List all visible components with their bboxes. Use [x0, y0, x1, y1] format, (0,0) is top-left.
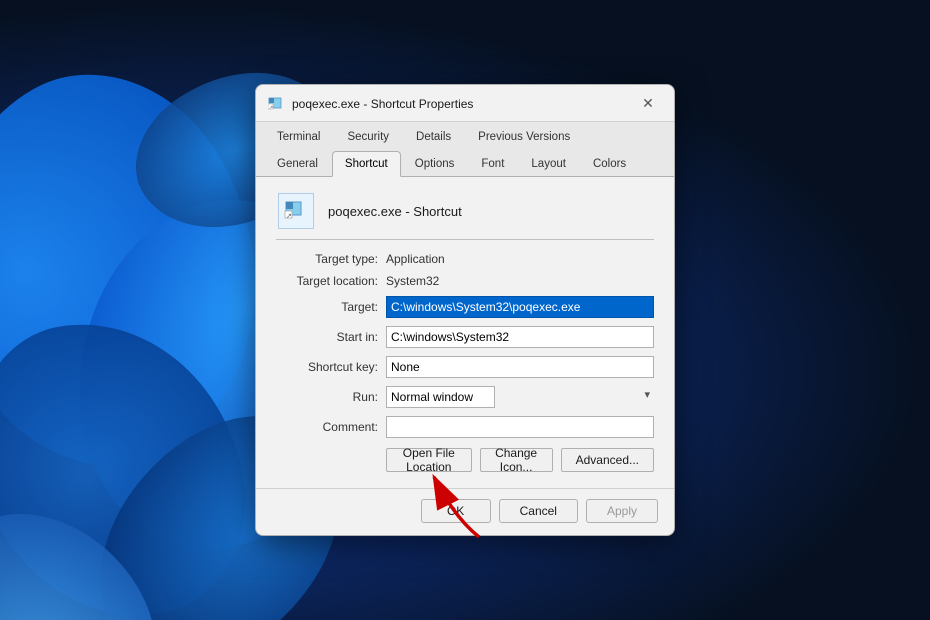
shortcut-title: poqexec.exe - Shortcut [328, 204, 462, 219]
shortcut-key-label: Shortcut key: [276, 360, 386, 374]
tab-general[interactable]: General [264, 151, 331, 176]
shortcut-header: ↗ poqexec.exe - Shortcut [276, 191, 654, 240]
title-bar-left: ↗ poqexec.exe - Shortcut Properties [268, 96, 473, 112]
action-buttons: Open File Location Change Icon... Advanc… [386, 448, 654, 472]
cancel-button[interactable]: Cancel [499, 499, 578, 523]
shortcut-key-input[interactable] [386, 356, 654, 378]
tab-layout[interactable]: Layout [518, 151, 579, 176]
comment-row: Comment: [276, 416, 654, 438]
tabs-row2: General Shortcut Options Font Layout Col… [256, 149, 674, 177]
target-type-label: Target type: [276, 252, 386, 266]
target-input[interactable] [386, 296, 654, 318]
advanced-button[interactable]: Advanced... [561, 448, 654, 472]
tab-security[interactable]: Security [334, 124, 402, 149]
target-type-value: Application [386, 252, 445, 266]
target-location-label: Target location: [276, 274, 386, 288]
svg-text:↗: ↗ [269, 105, 273, 111]
svg-text:↗: ↗ [286, 213, 292, 220]
shortcut-key-row: Shortcut key: [276, 356, 654, 378]
start-in-input[interactable] [386, 326, 654, 348]
run-label: Run: [276, 390, 386, 404]
tab-font[interactable]: Font [468, 151, 517, 176]
target-label: Target: [276, 300, 386, 314]
bottom-bar: OK Cancel Apply [256, 488, 674, 535]
dialog-content: ↗ poqexec.exe - Shortcut Target type: Ap… [256, 177, 674, 488]
dialog-title: poqexec.exe - Shortcut Properties [292, 97, 473, 111]
run-select-wrapper: Normal window Minimized Maximized [386, 386, 654, 408]
comment-input[interactable] [386, 416, 654, 438]
shortcut-properties-dialog: ↗ poqexec.exe - Shortcut Properties ✕ Te… [255, 84, 675, 536]
tabs-row1: Terminal Security Details Previous Versi… [256, 122, 674, 149]
target-row: Target: [276, 296, 654, 318]
run-row: Run: Normal window Minimized Maximized [276, 386, 654, 408]
target-type-row: Target type: Application [276, 252, 654, 266]
target-location-value: System32 [386, 274, 439, 288]
close-button[interactable]: ✕ [634, 93, 662, 115]
tab-colors[interactable]: Colors [580, 151, 639, 176]
run-select[interactable]: Normal window Minimized Maximized [386, 386, 495, 408]
apply-button[interactable]: Apply [586, 499, 658, 523]
open-file-location-button[interactable]: Open File Location [386, 448, 472, 472]
title-bar: ↗ poqexec.exe - Shortcut Properties ✕ [256, 85, 674, 122]
tab-options[interactable]: Options [402, 151, 468, 176]
dialog-icon: ↗ [268, 96, 284, 112]
tab-previous-versions[interactable]: Previous Versions [465, 124, 583, 149]
start-in-label: Start in: [276, 330, 386, 344]
tab-terminal[interactable]: Terminal [264, 124, 333, 149]
shortcut-icon: ↗ [276, 191, 316, 231]
tab-details[interactable]: Details [403, 124, 464, 149]
tab-shortcut[interactable]: Shortcut [332, 151, 401, 177]
ok-button[interactable]: OK [421, 499, 491, 523]
comment-label: Comment: [276, 420, 386, 434]
start-in-row: Start in: [276, 326, 654, 348]
change-icon-button[interactable]: Change Icon... [480, 448, 553, 472]
target-location-row: Target location: System32 [276, 274, 654, 288]
